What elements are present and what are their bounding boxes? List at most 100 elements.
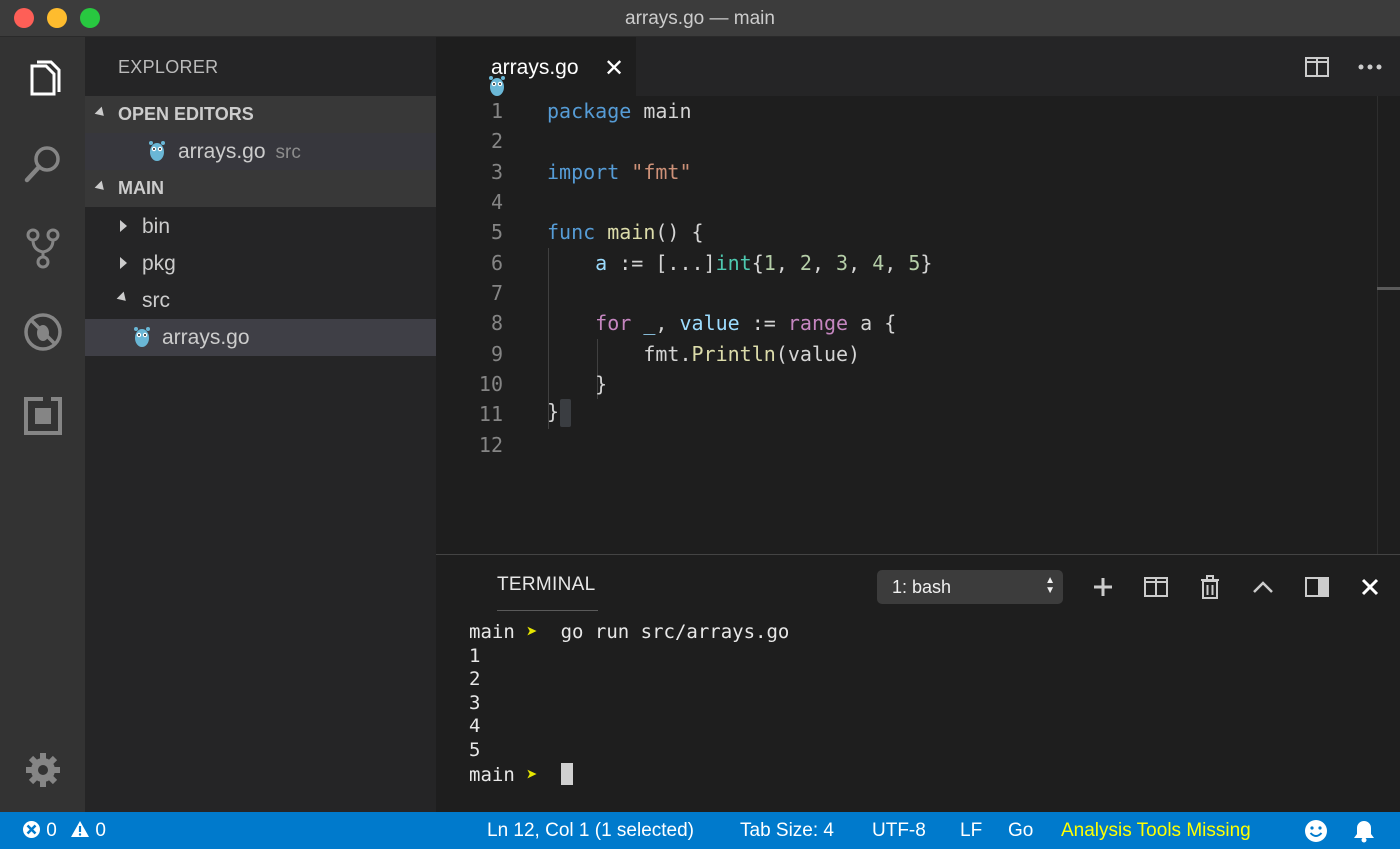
terminal-output-line: 4 — [469, 715, 480, 737]
open-editor-folder-hint: src — [276, 142, 301, 163]
activity-bar — [0, 37, 85, 812]
terminal-output-line: 2 — [469, 668, 480, 690]
code-line: a := [...]int{1, 2, 3, 4, 5} — [547, 251, 932, 275]
title-bar: arrays.go — main — [0, 0, 1400, 37]
tab-close-icon[interactable]: ✕ — [604, 54, 624, 83]
error-icon — [22, 820, 41, 839]
line-number: 6 — [436, 251, 503, 275]
line-number: 10 — [436, 372, 503, 396]
chevron-right-icon — [120, 257, 127, 269]
close-panel-icon[interactable] — [1357, 574, 1383, 600]
more-actions-icon[interactable] — [1357, 54, 1383, 80]
line-number: 1 — [436, 99, 503, 123]
tree-folder-bin[interactable]: bin — [85, 208, 436, 245]
terminal-cursor — [561, 763, 573, 785]
end-of-line[interactable]: LF — [960, 820, 982, 842]
tree-item-label: pkg — [142, 252, 176, 276]
settings-gear-icon[interactable] — [18, 745, 68, 795]
explorer-icon[interactable] — [18, 55, 68, 105]
analysis-tools-warning[interactable]: Analysis Tools Missing — [1061, 820, 1251, 842]
maximize-panel-chevron-up-icon[interactable] — [1250, 574, 1276, 600]
search-icon[interactable] — [18, 139, 68, 189]
tree-item-label: arrays.go — [162, 326, 250, 350]
error-count: 0 — [46, 820, 57, 841]
debug-icon[interactable] — [18, 307, 68, 357]
code-line: for _, value := range a { — [547, 311, 896, 335]
feedback-smiley-icon[interactable] — [1304, 819, 1328, 849]
collapse-triangle-icon — [95, 181, 108, 194]
tree-file-arrays-go[interactable]: arrays.go — [85, 319, 436, 356]
encoding[interactable]: UTF-8 — [872, 820, 926, 842]
terminal-output-line: 1 — [469, 645, 480, 667]
tree-folder-pkg[interactable]: pkg — [85, 245, 436, 282]
split-terminal-icon[interactable] — [1143, 574, 1169, 600]
terminal-panel: TERMINAL 1: bash ▲▼ main ➤ go run src/ar… — [436, 554, 1400, 812]
editor-tab-label: arrays.go — [491, 56, 579, 80]
open-editor-item[interactable]: arrays.go src — [85, 133, 436, 170]
prompt-arrow-icon: ➤ — [526, 764, 537, 786]
source-control-icon[interactable] — [18, 223, 68, 273]
new-terminal-plus-icon[interactable] — [1090, 574, 1116, 600]
tree-folder-src[interactable]: src — [85, 282, 436, 319]
line-number: 3 — [436, 160, 503, 184]
code-line: fmt.Println(value) — [547, 342, 860, 366]
terminal-command: go run src/arrays.go — [561, 621, 790, 643]
workspace-section-header[interactable]: MAIN — [85, 170, 436, 207]
warning-count: 0 — [95, 820, 106, 841]
cursor-position[interactable]: Ln 12, Col 1 (1 selected) — [487, 820, 694, 842]
line-number: 11 — [436, 402, 503, 426]
chevron-right-icon — [120, 220, 127, 232]
line-number: 8 — [436, 311, 503, 335]
open-editor-filename: arrays.go — [178, 140, 266, 163]
prompt-dir: main — [469, 764, 515, 786]
split-editor-icon[interactable] — [1304, 54, 1330, 80]
prompt-dir: main — [469, 621, 515, 643]
terminal-output-line: 5 — [469, 739, 480, 761]
tree-item-label: bin — [142, 215, 170, 239]
code-editor[interactable]: 1 2 3 4 5 6 7 8 9 10 11 12 package main … — [436, 96, 1400, 554]
terminal-select-value: 1: bash — [892, 577, 951, 598]
code-line: } — [547, 372, 607, 396]
code-line: package main — [547, 99, 692, 123]
language-mode[interactable]: Go — [1008, 820, 1033, 842]
chevron-down-icon — [117, 292, 130, 305]
status-bar: 0 0 Ln 12, Col 1 (1 selected) Tab Size: … — [0, 812, 1400, 849]
prompt-arrow-icon: ➤ — [526, 621, 537, 643]
line-number: 12 — [436, 433, 503, 457]
warning-icon — [70, 820, 90, 838]
gopher-file-icon — [462, 56, 480, 78]
notifications-bell-icon[interactable] — [1353, 819, 1375, 849]
overview-ruler — [1377, 96, 1378, 554]
code-line: } — [547, 399, 571, 427]
select-updown-icon: ▲▼ — [1045, 576, 1055, 596]
active-tab-underline — [497, 610, 598, 611]
explorer-title: EXPLORER — [118, 57, 218, 78]
workspace-label: MAIN — [118, 178, 164, 199]
collapse-triangle-icon — [95, 107, 108, 120]
explorer-sidebar: EXPLORER OPEN EDITORS arrays.gosrc MAIN … — [85, 37, 436, 812]
line-number: 7 — [436, 281, 503, 305]
line-number: 2 — [436, 129, 503, 153]
terminal-output-line: 3 — [469, 692, 480, 714]
tree-item-label: src — [142, 289, 170, 313]
tab-terminal[interactable]: TERMINAL — [497, 574, 595, 596]
window-title: arrays.go — main — [0, 8, 1400, 30]
scrollbar-cursor-marker — [1377, 287, 1400, 290]
terminal-output[interactable]: main ➤ go run src/arrays.go 1 2 3 4 5 ma… — [469, 621, 789, 787]
editor-tab-bar: arrays.go ✕ — [436, 37, 1400, 96]
editor-tab-arrays-go[interactable]: arrays.go ✕ — [436, 37, 636, 96]
toggle-panel-position-icon[interactable] — [1304, 574, 1330, 600]
gopher-file-icon — [133, 326, 151, 354]
open-editors-section-header[interactable]: OPEN EDITORS — [85, 96, 436, 133]
trash-kill-terminal-icon[interactable] — [1197, 574, 1223, 600]
line-number: 5 — [436, 220, 503, 244]
terminal-select-dropdown[interactable]: 1: bash ▲▼ — [877, 570, 1063, 604]
extensions-icon[interactable] — [18, 391, 68, 441]
problems-indicator[interactable]: 0 0 — [22, 820, 106, 842]
code-line: import "fmt" — [547, 160, 692, 184]
line-number: 4 — [436, 190, 503, 214]
line-number: 9 — [436, 342, 503, 366]
tab-size[interactable]: Tab Size: 4 — [740, 820, 834, 842]
open-editors-label: OPEN EDITORS — [118, 104, 254, 125]
code-line: func main() { — [547, 220, 704, 244]
